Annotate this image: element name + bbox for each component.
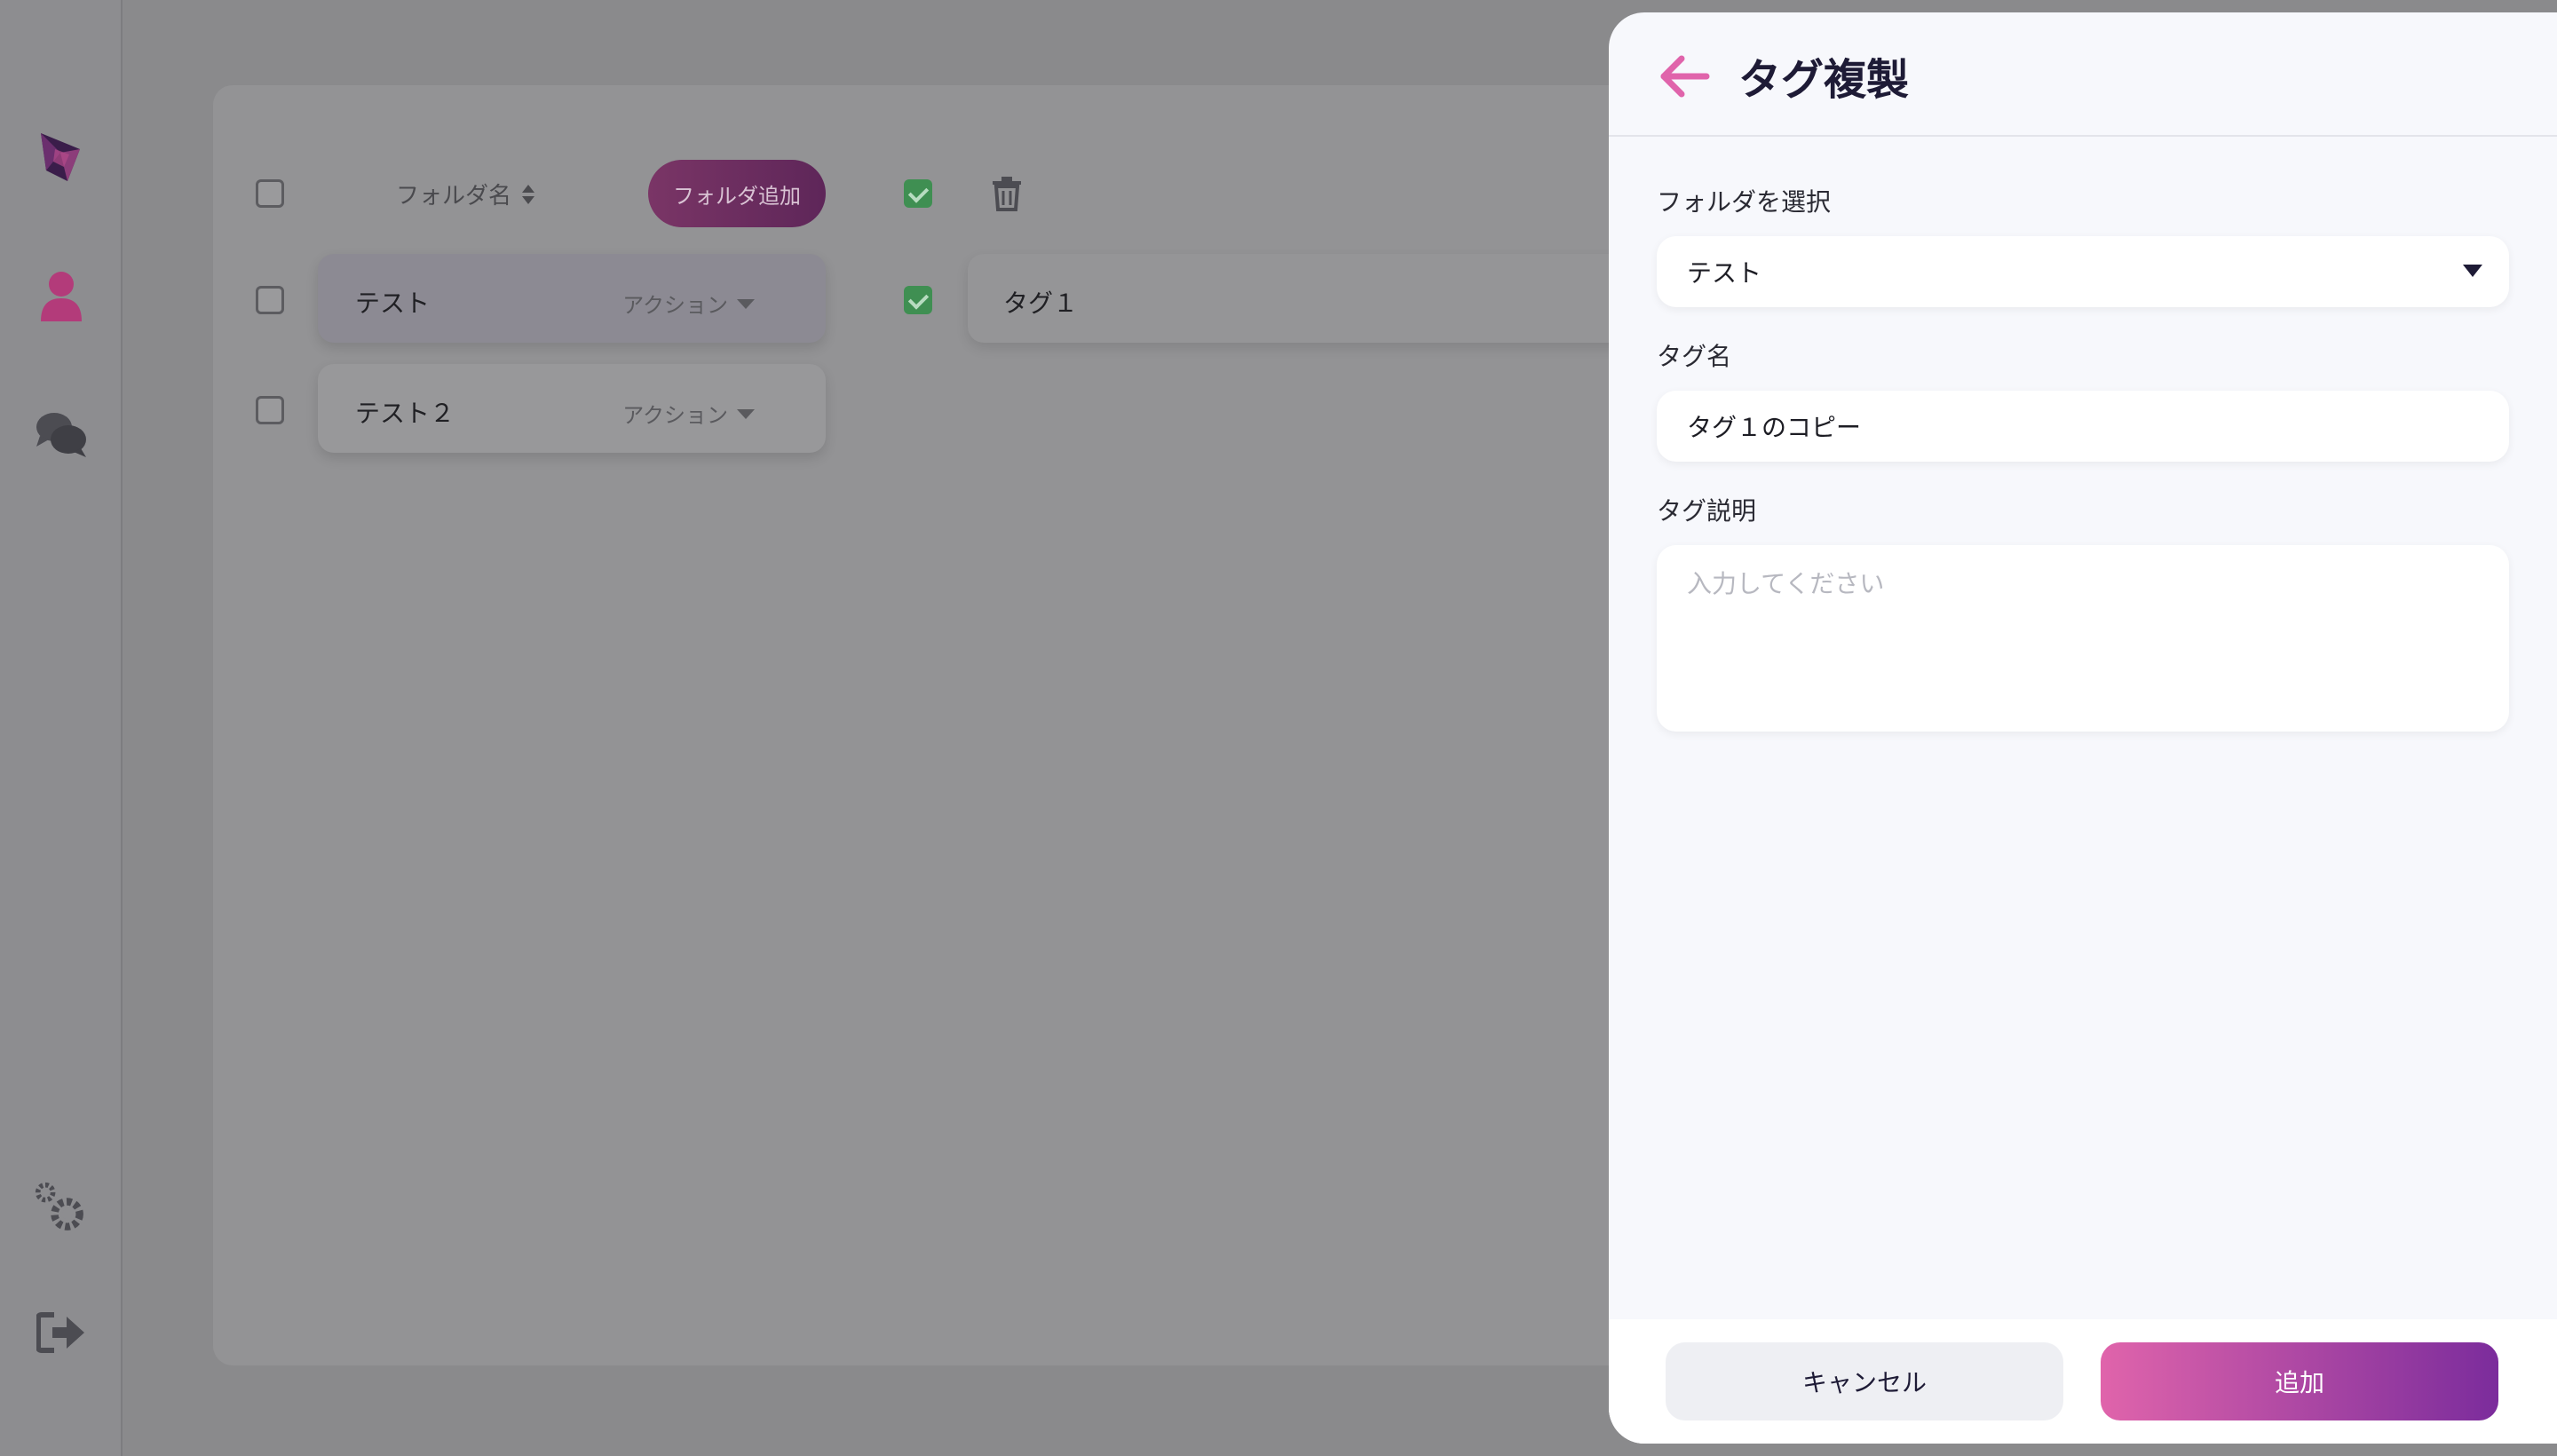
- caret-down-icon: [2463, 265, 2482, 277]
- folder-name-column-header[interactable]: フォルダ名: [396, 178, 536, 210]
- drawer-header: タグ複製: [1609, 12, 2557, 137]
- add-folder-button[interactable]: フォルダ追加: [648, 160, 826, 227]
- caret-down-icon: [737, 408, 755, 419]
- trash-icon[interactable]: [991, 176, 1023, 211]
- tag-description-textarea[interactable]: [1657, 545, 2509, 732]
- folder-row[interactable]: テスト２ アクション: [318, 364, 826, 453]
- folder-row-checkbox[interactable]: [256, 286, 284, 314]
- folder-name: テスト２: [355, 399, 455, 428]
- chat-icon[interactable]: [34, 407, 89, 462]
- select-all-folders-checkbox[interactable]: [256, 179, 284, 208]
- folder-row-checkbox[interactable]: [256, 396, 284, 424]
- user-icon[interactable]: [34, 268, 89, 323]
- folder-action-label: アクション: [622, 293, 728, 318]
- caret-down-icon: [737, 298, 755, 309]
- folder-action-dropdown[interactable]: アクション: [622, 288, 755, 319]
- duplicate-tag-drawer: タグ複製 フォルダを選択 テスト タグ名 タグ説明 キャンセル 追加: [1609, 12, 2557, 1444]
- folder-action-dropdown[interactable]: アクション: [622, 398, 755, 429]
- folder-select[interactable]: テスト: [1657, 236, 2509, 307]
- tag-name-label: タグ名: [1657, 342, 1732, 371]
- folder-name: テスト: [355, 289, 431, 318]
- folder-select-value: テスト: [1687, 258, 1762, 288]
- back-arrow-icon[interactable]: [1658, 50, 1712, 103]
- folder-select-label: フォルダを選択: [1657, 187, 1832, 217]
- folder-row[interactable]: テスト アクション: [318, 254, 826, 343]
- add-button[interactable]: 追加: [2101, 1342, 2498, 1420]
- logo-icon[interactable]: [34, 130, 89, 185]
- tag-description-label: タグ説明: [1657, 496, 1757, 526]
- select-all-tags-checkbox[interactable]: [904, 179, 932, 208]
- cancel-button[interactable]: キャンセル: [1666, 1342, 2063, 1420]
- settings-icon[interactable]: [34, 1181, 89, 1236]
- tag-row-checkbox[interactable]: [904, 286, 932, 314]
- sort-icon: [522, 184, 535, 204]
- tag-name-input[interactable]: [1657, 391, 2509, 462]
- folder-action-label: アクション: [622, 403, 728, 428]
- drawer-footer: キャンセル 追加: [1609, 1319, 2557, 1444]
- tag-name: タグ１: [1003, 289, 1079, 318]
- folder-name-header-label: フォルダ名: [396, 183, 512, 210]
- sidebar: [0, 0, 123, 1456]
- drawer-title: タグ複製: [1738, 55, 1910, 105]
- logout-icon[interactable]: [34, 1305, 89, 1360]
